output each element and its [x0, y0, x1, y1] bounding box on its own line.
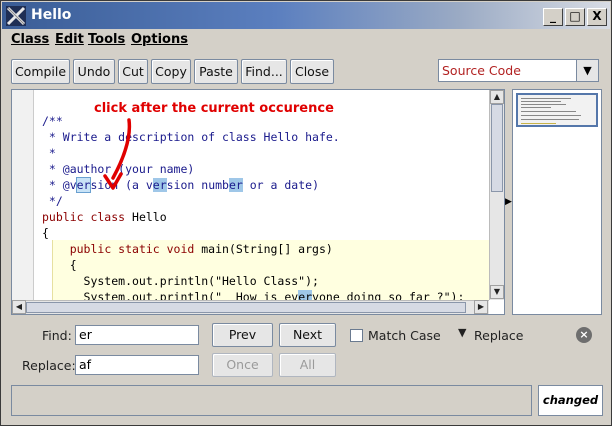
code-line-main: public static void main(String[] args) [42, 242, 333, 256]
status-bar [11, 385, 532, 416]
undo-button[interactable]: Undo [73, 59, 115, 84]
menu-tools[interactable]: Tools [88, 32, 125, 47]
code-line-text: * @version (a version number or a date) [42, 177, 319, 193]
next-button[interactable]: Next [279, 323, 336, 347]
menu-class[interactable]: Class [11, 32, 49, 47]
find-button[interactable]: Find... [241, 59, 287, 84]
find-input[interactable]: er [75, 325, 199, 345]
code-line-class-decl: public class Hello [42, 210, 167, 224]
main-signature: main(String[] args) [194, 242, 333, 256]
scroll-down-icon[interactable]: ▼ [490, 285, 504, 299]
paste-button[interactable]: Paste [194, 59, 238, 84]
code-line: /** [42, 114, 63, 128]
scroll-left-icon[interactable]: ◀ [12, 300, 26, 314]
triangle-down-icon[interactable]: ▼ [458, 326, 466, 339]
menu-edit[interactable]: Edit [55, 32, 84, 47]
vertical-scrollbar[interactable]: ▲ ▼ [489, 90, 504, 300]
replace-all-button[interactable]: All [279, 353, 336, 377]
code-overview-panel[interactable] [512, 89, 602, 315]
class-name-hello: Hello [125, 210, 167, 224]
split-divider-arrow-icon[interactable]: ▶ [505, 197, 512, 207]
maximize-button[interactable]: □ [565, 8, 585, 26]
find-label: Find: [42, 328, 72, 343]
scroll-up-icon[interactable]: ▲ [490, 90, 504, 104]
title-bar[interactable]: Hello _ □ X [2, 2, 610, 29]
cut-button[interactable]: Cut [118, 59, 148, 84]
code-line-version: * @version (a version number or a date) [42, 177, 319, 193]
copy-button[interactable]: Copy [151, 59, 191, 84]
prev-button[interactable]: Prev [212, 323, 273, 347]
horizontal-scrollbar[interactable]: ◀ ▶ [12, 300, 489, 314]
changed-indicator: changed [538, 385, 603, 416]
code-line-println2: System.out.println(" How is everyone doi… [42, 290, 464, 300]
replace-once-button[interactable]: Once [212, 353, 273, 377]
compile-button[interactable]: Compile [11, 59, 70, 84]
minimize-button[interactable]: _ [543, 8, 563, 26]
replace-input[interactable]: af [75, 355, 199, 375]
view-select-value: Source Code [442, 63, 521, 78]
replace-label: Replace: [22, 358, 76, 373]
code-line: * Write a description of class Hello haf… [42, 130, 340, 144]
match-case-checkbox[interactable] [350, 329, 363, 342]
menu-options[interactable]: Options [131, 32, 188, 47]
menu-bar: Class Edit Tools Options [2, 29, 610, 49]
keyword-public-class: public class [42, 210, 126, 224]
close-window-button[interactable]: X [587, 8, 607, 26]
code-line: { [42, 258, 77, 272]
red-arrow-icon [103, 118, 132, 190]
search-match-highlight: er [75, 177, 92, 193]
code-line: System.out.println("Hello Class"); [42, 274, 319, 288]
code-line-text: System.out.println(" How is everyone doi… [42, 290, 464, 300]
close-find-icon[interactable]: × [576, 327, 592, 343]
editor-window: Hello _ □ X Class Edit Tools Options Com… [0, 0, 612, 426]
code-editor[interactable]: /** * Write a description of class Hello… [11, 89, 505, 315]
scroll-right-icon[interactable]: ▶ [474, 300, 488, 314]
code-line: { [42, 226, 49, 240]
replace-toggle[interactable]: Replace [474, 328, 523, 343]
annotation-text: click after the current occurence [94, 101, 334, 116]
search-match-highlight: er [228, 178, 243, 192]
match-case-label: Match Case [368, 328, 441, 343]
view-select[interactable]: Source Code ▼ [438, 59, 599, 82]
search-match-highlight: er [152, 178, 167, 192]
code-line: * [42, 146, 56, 160]
close-button[interactable]: Close [290, 59, 334, 84]
keyword-public-static-void: public static void [69, 242, 195, 256]
overview-viewport[interactable] [516, 93, 598, 127]
search-match-highlight: er [298, 290, 313, 300]
vertical-scroll-thumb[interactable] [491, 104, 503, 192]
x-logo-icon [6, 6, 26, 26]
horizontal-scroll-thumb[interactable] [26, 302, 466, 313]
code-line: */ [42, 194, 63, 208]
line-gutter [12, 90, 34, 300]
chevron-down-icon[interactable]: ▼ [576, 60, 598, 81]
window-title: Hello [31, 7, 72, 23]
